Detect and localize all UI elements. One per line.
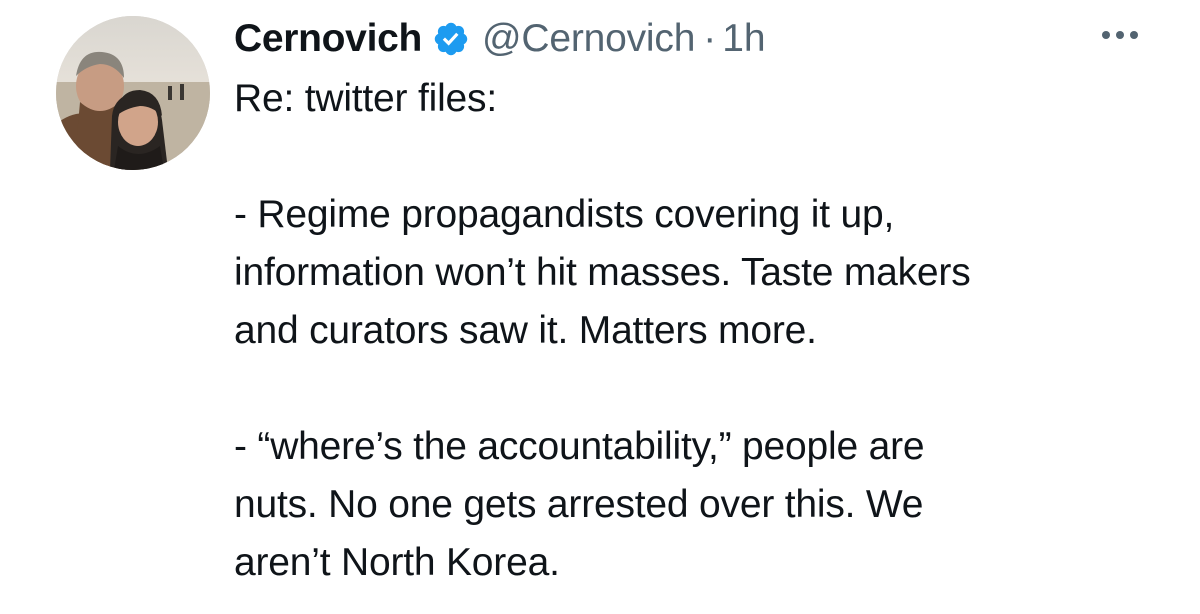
tweet-line: information won’t hit masses. Taste make… (234, 251, 971, 294)
tweet-line: Re: twitter files: (234, 77, 497, 120)
tweet-header: Cernovich @Cernovich · 1h (234, 14, 766, 64)
tweet-line: - Regime propagandists covering it up, (234, 193, 895, 236)
tweet-timestamp[interactable]: 1h (722, 17, 765, 61)
avatar-photo (56, 16, 210, 170)
tweet-line: and curators saw it. Matters more. (234, 309, 817, 352)
tweet-line: - “where’s the accountability,” people a… (234, 425, 925, 468)
tweet-line: aren’t North Korea. (234, 541, 560, 584)
more-options-icon[interactable] (1098, 20, 1142, 50)
tweet[interactable]: Cernovich @Cernovich · 1h Re: twitter fi… (0, 0, 1200, 614)
avatar[interactable] (56, 16, 210, 170)
verified-badge-icon (432, 20, 470, 58)
author-handle[interactable]: @Cernovich (482, 17, 695, 61)
tweet-line: nuts. No one gets arrested over this. We (234, 483, 924, 526)
author-display-name[interactable]: Cernovich (234, 17, 422, 61)
tweet-text: Re: twitter files: - Regime propagandist… (234, 70, 1174, 592)
separator-dot: · (703, 17, 717, 60)
